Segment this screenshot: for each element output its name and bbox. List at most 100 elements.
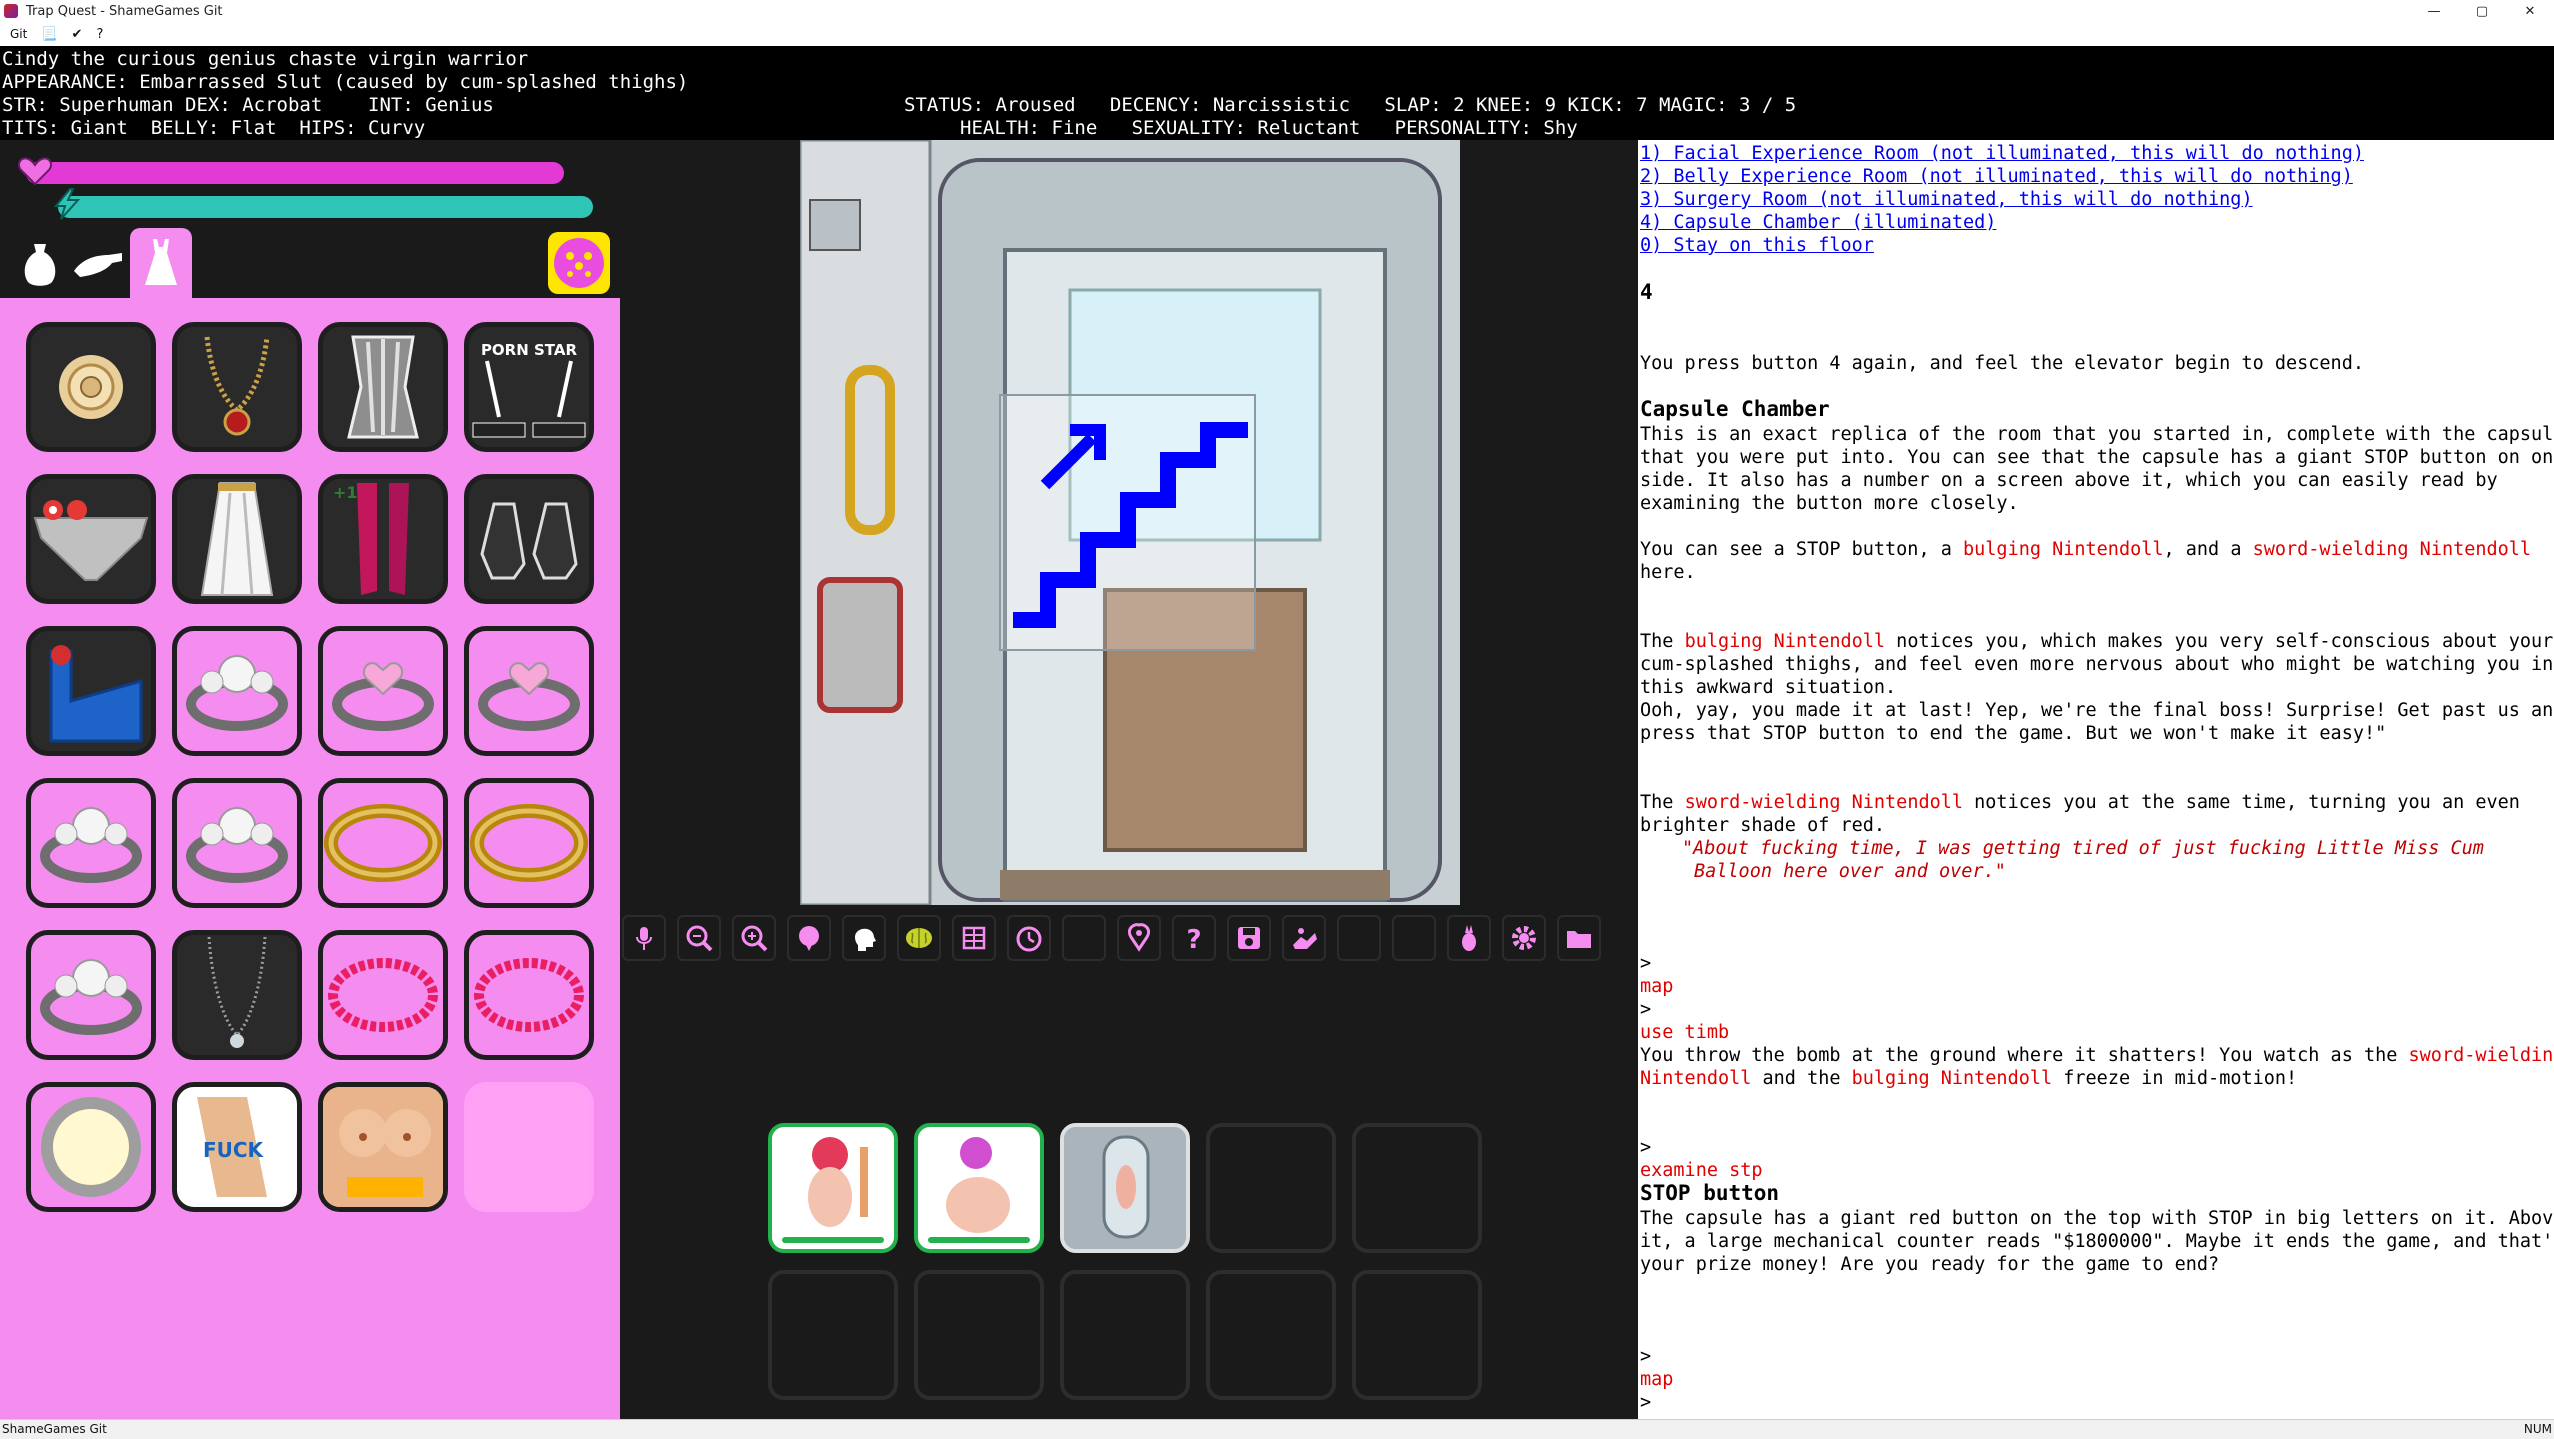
help-icon[interactable]: ? <box>1172 915 1216 961</box>
heart-ring-slot[interactable] <box>464 626 594 756</box>
bubble-icon[interactable] <box>787 915 831 961</box>
command-map: map <box>1640 976 1674 997</box>
necklace-slot[interactable] <box>172 322 302 452</box>
empty-card <box>1206 1270 1336 1400</box>
maximize-button[interactable]: ▢ <box>2458 0 2506 22</box>
input-echo: 4 <box>1640 280 1653 304</box>
npc-health-bar <box>782 1237 884 1243</box>
command-examine: examine stp <box>1640 1160 1763 1181</box>
diamond-ring-slot[interactable] <box>172 626 302 756</box>
brain-icon[interactable] <box>897 915 941 961</box>
heels-icon <box>480 502 578 580</box>
npc-card-bulging-nintendoll[interactable] <box>914 1123 1044 1253</box>
bead-bracelet-slot[interactable] <box>318 930 448 1060</box>
sword-nintendoll-link[interactable]: Nintendoll <box>1640 1068 1751 1089</box>
check-icon[interactable]: ✔ <box>72 27 83 42</box>
gold-ring-slot[interactable] <box>464 778 594 908</box>
bomb-line: Nintendoll and the bulging Nintendoll fr… <box>1640 1068 2298 1089</box>
folder-icon[interactable] <box>1557 915 1601 961</box>
timer-icon[interactable] <box>1007 915 1051 961</box>
mic-icon[interactable] <box>622 915 666 961</box>
stockings-slot[interactable]: +1 <box>318 474 448 604</box>
hand-icon[interactable] <box>70 236 126 292</box>
sword-nintendoll-link[interactable]: sword-wielding <box>2409 1045 2554 1066</box>
save-icon[interactable] <box>1227 915 1271 961</box>
diamond-ring-slot[interactable] <box>26 778 156 908</box>
command-use: use timb <box>1640 1022 1730 1043</box>
close-button[interactable]: ✕ <box>2506 0 2554 22</box>
prompt-marker: > <box>1640 1346 1652 1367</box>
blank-button[interactable] <box>1337 915 1381 961</box>
sword-nintendoll-link[interactable]: sword-wielding Nintendoll <box>1685 792 1963 813</box>
tattoo-icon: FUCK <box>197 1097 267 1197</box>
action-toolbar: ? <box>620 915 1638 965</box>
heart-ring-slot[interactable] <box>318 626 448 756</box>
gold-ring-slot[interactable] <box>318 778 448 908</box>
health-line: HEALTH: Fine SEXUALITY: Reluctant PERSON… <box>960 117 1578 139</box>
bead-bracelet-slot[interactable] <box>464 930 594 1060</box>
dice-button[interactable] <box>548 232 610 294</box>
gold-ring-icon <box>324 804 442 882</box>
prompt-marker: > <box>1640 1137 1652 1158</box>
window-controls: — ▢ ✕ <box>2410 0 2554 22</box>
menu-git[interactable]: Git <box>10 27 27 41</box>
body-tattoo-slot[interactable] <box>318 1082 448 1212</box>
menu-option-3[interactable]: 3) Surgery Room (not illuminated, this w… <box>1640 188 2253 211</box>
zoom-out-icon[interactable] <box>677 915 721 961</box>
empty-slot[interactable] <box>464 1082 594 1212</box>
heart-ring-icon <box>478 662 580 731</box>
skirt-slot[interactable] <box>172 474 302 604</box>
hands-icon[interactable] <box>1282 915 1326 961</box>
map-pin-icon[interactable] <box>1117 915 1161 961</box>
npc-card-sword-nintendoll[interactable] <box>768 1123 898 1253</box>
diamond-ring-slot[interactable] <box>172 778 302 908</box>
bulging-nintendoll-link[interactable]: bulging Nintendoll <box>1852 1068 2052 1089</box>
porn-star-straps-slot[interactable]: PORN STAR <box>464 322 594 452</box>
minimize-button[interactable]: — <box>2410 0 2458 22</box>
prompt-marker: > <box>1640 953 1652 974</box>
status-header: Cindy the curious genius chaste virgin w… <box>0 46 2554 140</box>
empty-card <box>1352 1123 1482 1253</box>
pineapple-icon[interactable] <box>1447 915 1491 961</box>
grid-icon[interactable] <box>952 915 996 961</box>
blank-button[interactable] <box>1392 915 1436 961</box>
bag-icon[interactable] <box>12 236 68 292</box>
blue-chip-slot[interactable] <box>26 626 156 756</box>
plate-slot[interactable] <box>26 1082 156 1212</box>
panties-slot[interactable] <box>26 474 156 604</box>
head-icon[interactable] <box>842 915 886 961</box>
corset-icon <box>347 335 419 439</box>
panties-icon <box>33 500 149 581</box>
menu-option-4[interactable]: 4) Capsule Chamber (illuminated) <box>1640 211 1996 234</box>
elevator-image <box>800 140 1460 905</box>
settings-icon[interactable] <box>1502 915 1546 961</box>
pendant-slot[interactable] <box>172 930 302 1060</box>
corset-slot[interactable] <box>318 322 448 452</box>
bulging-nintendoll-link[interactable]: bulging Nintendoll <box>1963 539 2163 560</box>
capsule-card[interactable] <box>1060 1123 1190 1253</box>
stop-desc-line: your prize money! Are you ready for the … <box>1640 1254 2220 1275</box>
empty-card <box>1352 1270 1482 1400</box>
tattoo-slot[interactable]: FUCK <box>172 1082 302 1212</box>
dress-icon[interactable] <box>130 228 192 298</box>
room-desc-line: examining the button more closely. <box>1640 493 2019 514</box>
inventory-panel: PORN STAR +1 FUCK <box>0 140 620 1419</box>
menu-option-2[interactable]: 2) Belly Experience Room (not illuminate… <box>1640 165 2353 188</box>
command-input-prompt[interactable]: > <box>1640 1391 1651 1414</box>
menu-option-0[interactable]: 0) Stay on this floor <box>1640 234 1874 257</box>
descend-text: You press button 4 again, and feel the e… <box>1640 353 2364 374</box>
rose-slot[interactable] <box>26 322 156 452</box>
zoom-in-icon[interactable] <box>732 915 776 961</box>
script-icon[interactable]: 📃 <box>41 27 57 42</box>
diamond-ring-icon <box>186 807 288 883</box>
menu-option-1[interactable]: 1) Facial Experience Room (not illuminat… <box>1640 142 2364 165</box>
help-menu-icon[interactable]: ? <box>96 27 103 42</box>
window-titlebar: Trap Quest - ShameGames Git — ▢ ✕ <box>0 0 2554 22</box>
heels-slot[interactable] <box>464 474 594 604</box>
bolt-icon <box>53 188 81 220</box>
sword-nintendoll-link[interactable]: sword-wielding Nintendoll <box>2253 539 2531 560</box>
statusbar-left: ShameGames Git <box>2 1422 107 1436</box>
diamond-ring-slot[interactable] <box>26 930 156 1060</box>
blank-button[interactable] <box>1062 915 1106 961</box>
bulging-nintendoll-link[interactable]: bulging Nintendoll <box>1685 631 1885 652</box>
